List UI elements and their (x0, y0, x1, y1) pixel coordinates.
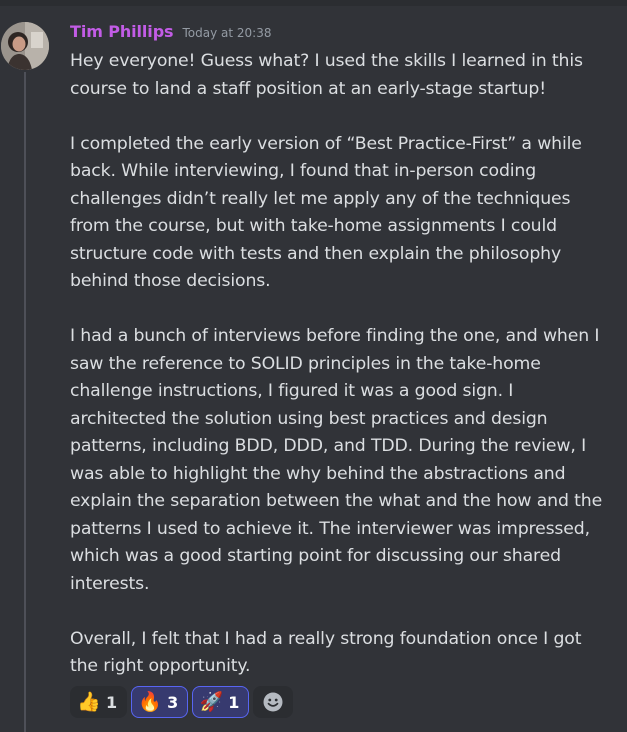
reply-thread-line (24, 72, 26, 732)
reaction-fire[interactable]: 🔥 3 (131, 686, 189, 718)
message-content: Hey everyone! Guess what? I used the ski… (70, 48, 610, 708)
message-header: Tim Phillips Today at 20:38 (70, 22, 271, 46)
message-paragraph: I completed the early version of “Best P… (70, 133, 582, 292)
avatar[interactable] (1, 22, 49, 70)
reaction-count: 3 (167, 692, 179, 712)
rocket-icon: 🚀 (199, 690, 224, 713)
message-paragraph: Hey everyone! Guess what? I used the ski… (70, 51, 583, 99)
timestamp[interactable]: Today at 20:38 (182, 26, 271, 40)
message-paragraph: I had a bunch of interviews before findi… (70, 326, 603, 594)
thumbs-up-icon: 👍 (77, 690, 101, 713)
username[interactable]: Tim Phillips (70, 22, 174, 41)
user-photo-icon (1, 22, 49, 70)
reaction-rocket[interactable]: 🚀 1 (192, 686, 250, 718)
previous-message-edge (0, 0, 627, 6)
add-reaction-icon (263, 692, 283, 712)
reaction-thumbs-up[interactable]: 👍 1 (70, 686, 128, 718)
reaction-count: 1 (228, 692, 240, 712)
reactions-bar: 👍 1 🔥 3 🚀 1 (70, 686, 294, 718)
fire-icon: 🔥 (138, 690, 162, 713)
message-paragraph: Overall, I felt that I had a really stro… (70, 628, 582, 677)
add-reaction-button[interactable] (253, 686, 294, 718)
reaction-count: 1 (106, 692, 118, 712)
